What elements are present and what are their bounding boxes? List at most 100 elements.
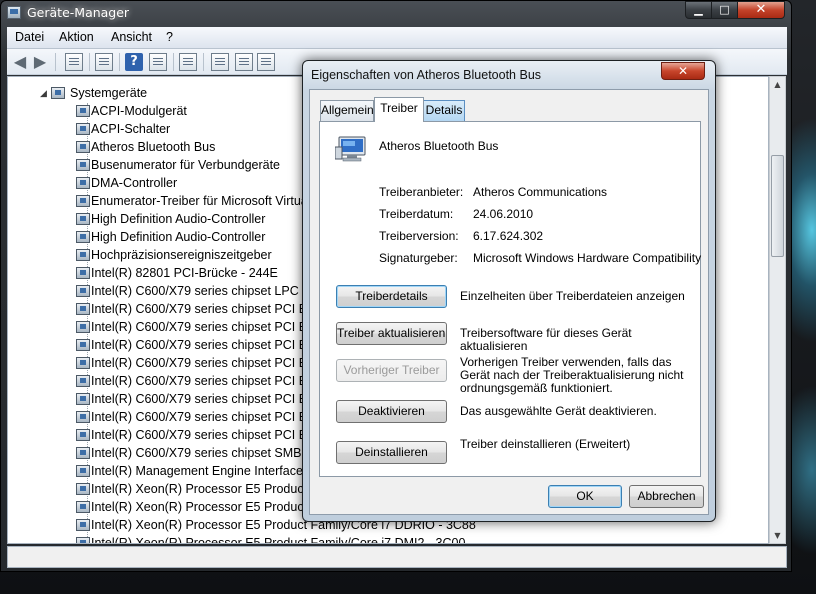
system-device-icon bbox=[76, 177, 90, 189]
system-device-icon bbox=[76, 519, 90, 531]
device-manager-icon bbox=[7, 6, 21, 19]
system-device-icon bbox=[76, 501, 90, 513]
tree-item-label: Intel(R) C600/X79 series chipset PCI Exp… bbox=[91, 374, 332, 388]
tree-item-label: Hochpräzisionsereigniszeitgeber bbox=[91, 248, 272, 262]
prop-label-version: Treiberversion: bbox=[379, 229, 459, 243]
system-device-icon bbox=[76, 123, 90, 135]
maximize-button[interactable]: □ bbox=[711, 1, 738, 19]
tree-item-label: Intel(R) 82801 PCI-Brücke - 244E bbox=[91, 266, 278, 280]
properties-dialog: Eigenschaften von Atheros Bluetooth Bus … bbox=[302, 60, 716, 522]
menu-help[interactable]: ? bbox=[166, 30, 173, 44]
collapse-caret-icon[interactable]: ◢ bbox=[40, 88, 47, 99]
prop-value-date: 24.06.2010 bbox=[473, 207, 534, 221]
system-device-icon bbox=[76, 267, 90, 279]
device-name: Atheros Bluetooth Bus bbox=[379, 139, 499, 153]
title-bar[interactable]: Geräte-Manager bbox=[1, 1, 791, 25]
system-device-icon bbox=[76, 303, 90, 315]
uninstall-icon[interactable] bbox=[235, 53, 253, 71]
system-device-icon bbox=[76, 537, 90, 543]
tree-item-label: Enumerator-Treiber für Microsoft Virtual bbox=[91, 194, 311, 208]
device-icon bbox=[335, 136, 366, 162]
tree-item-label: Intel(R) Xeon(R) Processor E5 Product Fa… bbox=[91, 536, 466, 544]
tree-item-label: ACPI-Modulgerät bbox=[91, 104, 187, 118]
tree-item-label: Busenumerator für Verbundgeräte bbox=[91, 158, 281, 172]
tab-treiber[interactable]: Treiber bbox=[374, 97, 424, 122]
system-device-icon bbox=[76, 357, 90, 369]
tree-item-label: Intel(R) Xeon(R) Processor E5 Product Fa bbox=[91, 500, 326, 514]
prop-value-provider: Atheros Communications bbox=[473, 185, 608, 199]
system-device-icon bbox=[76, 447, 90, 459]
driver-tab-panel: Atheros Bluetooth Bus Treiberanbieter: A… bbox=[319, 121, 701, 477]
dialog-title: Eigenschaften von Atheros Bluetooth Bus bbox=[311, 68, 542, 82]
menu-ansicht[interactable]: Ansicht bbox=[111, 30, 152, 44]
ok-button[interactable]: OK bbox=[548, 485, 622, 508]
system-device-icon bbox=[76, 231, 90, 243]
back-arrow-icon[interactable]: ◀ bbox=[11, 53, 29, 71]
system-device-icon bbox=[76, 105, 90, 117]
tree-item-label: Intel(R) C600/X79 series chipset PCI Exp… bbox=[91, 338, 332, 352]
system-device-icon bbox=[76, 483, 90, 495]
system-devices-icon bbox=[51, 87, 65, 99]
toolbar-separator bbox=[119, 53, 120, 71]
menu-aktion[interactable]: Aktion bbox=[59, 30, 94, 44]
update-driver-description: Treibersoftware für dieses Gerät aktuali… bbox=[460, 326, 632, 353]
update-driver-icon[interactable] bbox=[211, 53, 229, 71]
cancel-button[interactable]: Abbrechen bbox=[629, 485, 704, 508]
properties-icon[interactable] bbox=[95, 53, 113, 71]
tab-details[interactable]: Details bbox=[423, 100, 465, 121]
prop-label-date: Treiberdatum: bbox=[379, 207, 454, 221]
driver-details-button[interactable]: Treiberdetails bbox=[336, 285, 447, 308]
system-device-icon bbox=[76, 339, 90, 351]
forward-arrow-icon[interactable]: ▶ bbox=[31, 53, 49, 71]
vertical-scrollbar[interactable]: ▲ ▼ bbox=[769, 76, 786, 544]
system-device-icon bbox=[76, 429, 90, 441]
prop-value-signer: Microsoft Windows Hardware Compatibility bbox=[473, 251, 702, 265]
prop-label-provider: Treiberanbieter: bbox=[379, 185, 464, 199]
menu-bar: Datei Aktion Ansicht ? bbox=[7, 27, 787, 49]
disable-description: Das ausgewählte Gerät deaktivieren. bbox=[460, 404, 657, 418]
system-device-icon bbox=[76, 375, 90, 387]
toolbar-separator bbox=[55, 53, 56, 71]
show-view-icon[interactable] bbox=[149, 53, 167, 71]
tree-item-label: High Definition Audio-Controller bbox=[91, 230, 266, 244]
show-hide-console-tree-icon[interactable] bbox=[65, 53, 83, 71]
toolbar-separator bbox=[173, 53, 174, 71]
tree-item-label: Intel(R) C600/X79 series chipset PCI Exp… bbox=[91, 356, 332, 370]
dialog-body: Allgemein Treiber Details Atheros Blueto… bbox=[309, 89, 709, 515]
scroll-up-arrow-icon[interactable]: ▲ bbox=[770, 77, 785, 92]
tree-item-label: Intel(R) C600/X79 series chipset PCI Exp… bbox=[91, 428, 332, 442]
tree-item-label: Intel(R) C600/X79 series chipset PCI Exp… bbox=[91, 302, 332, 316]
scan-hardware-icon[interactable] bbox=[179, 53, 197, 71]
uninstall-description: Treiber deinstallieren (Erweitert) bbox=[460, 437, 631, 451]
help-icon[interactable]: ? bbox=[125, 53, 143, 71]
tree-item-label: DMA-Controller bbox=[91, 176, 178, 190]
menu-datei[interactable]: Datei bbox=[15, 30, 44, 44]
update-driver-button[interactable]: Treiber aktualisieren... bbox=[336, 322, 447, 345]
system-device-icon bbox=[76, 321, 90, 333]
rollback-driver-button[interactable]: Vorheriger Treiber bbox=[336, 359, 447, 382]
tree-item[interactable]: Intel(R) Xeon(R) Processor E5 Product Fa… bbox=[40, 535, 465, 543]
tree-item-label: Intel(R) Xeon(R) Processor E5 Product Fa bbox=[91, 482, 326, 496]
tree-item-label: Intel(R) C600/X79 series chipset PCI Exp… bbox=[91, 392, 332, 406]
tab-allgemein[interactable]: Allgemein bbox=[320, 100, 374, 121]
prop-value-version: 6.17.624.302 bbox=[473, 229, 544, 243]
system-device-icon bbox=[76, 393, 90, 405]
prop-label-signer: Signaturgeber: bbox=[379, 251, 458, 265]
uninstall-button[interactable]: Deinstallieren bbox=[336, 441, 447, 464]
system-device-icon bbox=[76, 285, 90, 297]
system-device-icon bbox=[76, 141, 90, 153]
driver-details-description: Einzelheiten über Treiberdateien anzeige… bbox=[460, 289, 685, 303]
dialog-close-button[interactable]: ✕ bbox=[661, 62, 705, 80]
close-button[interactable]: ✕ bbox=[737, 1, 785, 19]
scroll-down-arrow-icon[interactable]: ▼ bbox=[770, 528, 785, 543]
tree-item-label: Atheros Bluetooth Bus bbox=[91, 140, 216, 154]
minimize-button[interactable]: ▁ bbox=[685, 1, 712, 19]
disable-device-icon[interactable] bbox=[257, 53, 275, 71]
system-device-icon bbox=[76, 249, 90, 261]
scrollbar-thumb[interactable] bbox=[771, 155, 784, 257]
system-device-icon bbox=[76, 213, 90, 225]
system-device-icon bbox=[76, 195, 90, 207]
disable-button[interactable]: Deaktivieren bbox=[336, 400, 447, 423]
toolbar-separator bbox=[203, 53, 204, 71]
system-device-icon bbox=[76, 159, 90, 171]
